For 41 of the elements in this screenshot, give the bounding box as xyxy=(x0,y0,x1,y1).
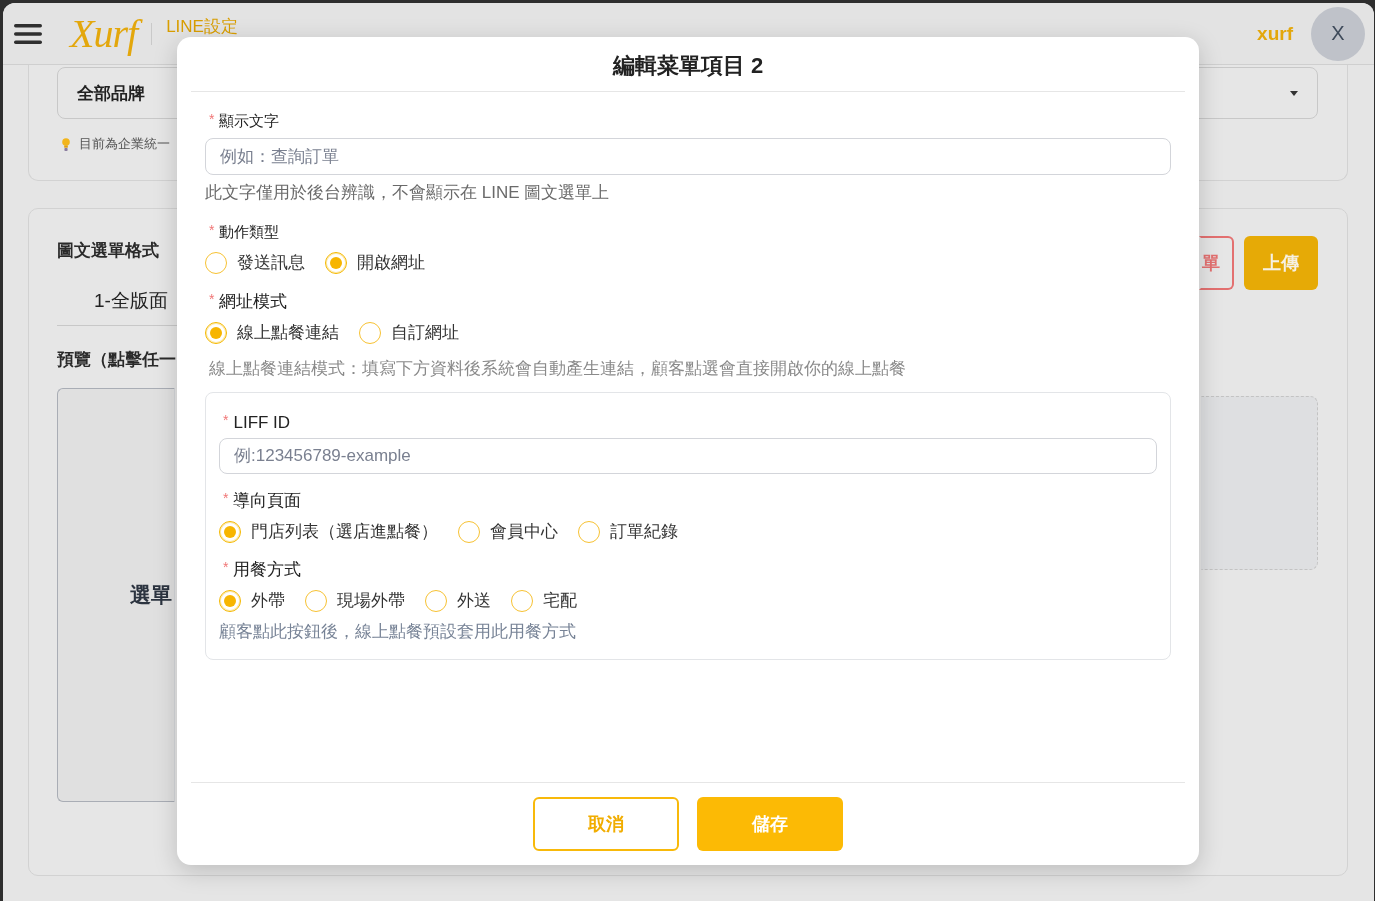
field-label: LIFF ID xyxy=(233,413,291,433)
radio-option[interactable]: 訂單紀錄 xyxy=(578,520,678,543)
radio-option[interactable]: 外送 xyxy=(425,589,491,612)
radio-option[interactable]: 開啟網址 xyxy=(325,251,425,274)
radio-option[interactable]: 宅配 xyxy=(511,589,577,612)
field-label: 顯示文字 xyxy=(219,112,280,130)
field-label: 網址模式 xyxy=(219,292,288,312)
radio-option[interactable]: 門店列表（選店進點餐） xyxy=(219,520,438,543)
radio-option[interactable]: 自訂網址 xyxy=(359,321,459,344)
text-input[interactable]: 例如：查詢訂單 xyxy=(205,138,1171,175)
dialog-title: 編輯菜單項目 2 xyxy=(612,52,764,80)
field-label: 導向頁面 xyxy=(233,491,302,511)
hint-text: 線上點餐連結模式：填寫下方資料後系統會自動產生連結，顧客點選會直接開啟你的線上點餐 xyxy=(208,359,907,379)
hint-text: 顧客點此按鈕後，線上點餐預設套用此用餐方式 xyxy=(219,622,577,642)
select-value[interactable]: 全部品牌 xyxy=(77,81,145,105)
preview-label: 選單 xyxy=(130,582,172,608)
radio-option[interactable]: 發送訊息 xyxy=(205,251,305,274)
lightbulb-icon xyxy=(62,138,70,151)
radio-option[interactable]: 線上點餐連結 xyxy=(205,321,339,344)
hint-text: 此文字僅用於後台辨識，不會顯示在 LINE 圖文選單上 xyxy=(205,183,611,203)
required-mark: * xyxy=(208,292,215,306)
text-input[interactable]: 例:123456789-example xyxy=(219,438,1157,474)
caret-icon xyxy=(1290,90,1298,96)
select-value[interactable]: 1-全版面 xyxy=(94,290,168,311)
user-name: xurf xyxy=(1257,22,1293,45)
field-label: 用餐方式 xyxy=(233,560,302,580)
section-label: 預覽（點擊任一 xyxy=(57,350,176,370)
required-mark: * xyxy=(208,223,215,237)
field-label: 動作類型 xyxy=(219,223,280,241)
radio-option[interactable]: 外帶 xyxy=(219,589,285,612)
menu-icon[interactable] xyxy=(14,23,42,44)
radio-option[interactable]: 現場外帶 xyxy=(305,589,405,612)
required-mark: * xyxy=(222,413,229,427)
page-title: LINE設定 xyxy=(166,17,238,36)
radio-option[interactable]: 會員中心 xyxy=(458,520,558,543)
required-mark: * xyxy=(208,112,215,126)
required-mark: * xyxy=(222,491,229,505)
avatar-button[interactable]: X xyxy=(1311,6,1365,61)
hint-text: 目前為企業統一 xyxy=(79,136,170,153)
section-label: 圖文選單格式 xyxy=(57,241,159,261)
required-mark: * xyxy=(222,560,229,574)
